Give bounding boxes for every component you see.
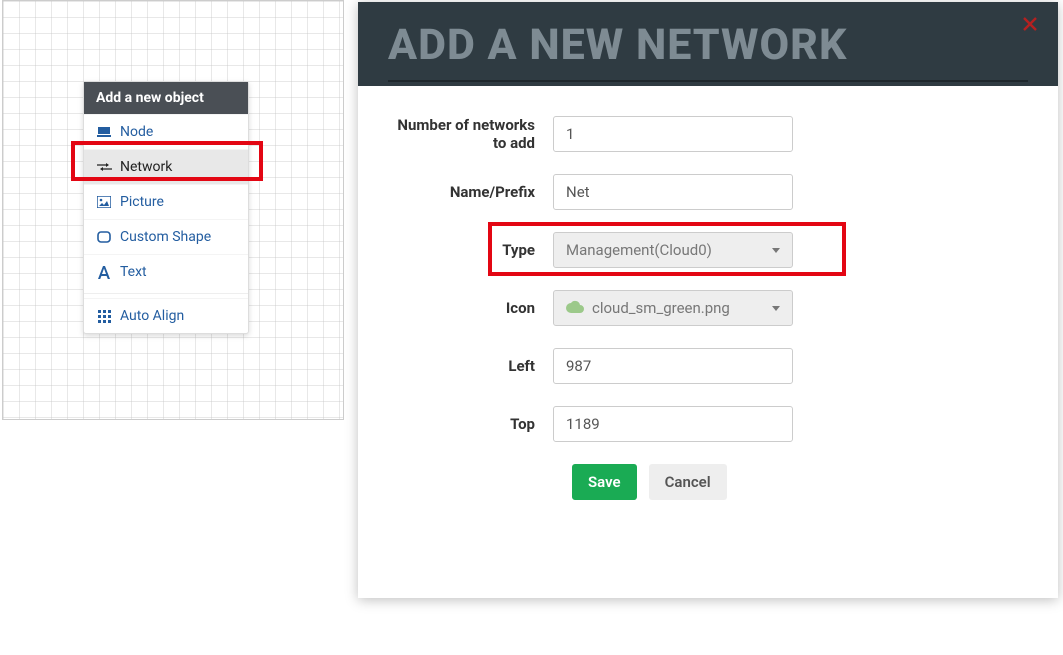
button-row: Save Cancel (572, 464, 998, 500)
menu-item-label: Node (120, 124, 153, 140)
picture-icon (96, 195, 112, 209)
grid-icon (96, 309, 112, 323)
text-icon (96, 265, 112, 279)
chevron-down-icon (772, 248, 780, 253)
menu-item-picture[interactable]: Picture (84, 184, 248, 219)
label-name-prefix: Name/Prefix (388, 183, 553, 201)
menu-item-label: Auto Align (120, 308, 184, 324)
row-type: Type Management(Cloud0) (388, 232, 998, 268)
input-top[interactable] (553, 406, 793, 442)
modal-title: ADD A NEW NETWORK (388, 20, 1028, 82)
menu-item-label: Custom Shape (120, 229, 211, 245)
context-menu-header: Add a new object (84, 82, 248, 114)
menu-item-label: Picture (120, 194, 164, 210)
modal-header: ADD A NEW NETWORK (358, 2, 1058, 86)
chevron-down-icon (772, 306, 780, 311)
menu-item-node[interactable]: Node (84, 114, 248, 149)
cancel-button[interactable]: Cancel (649, 464, 727, 500)
label-type: Type (388, 241, 553, 259)
menu-item-label: Network (120, 159, 172, 175)
row-name-prefix: Name/Prefix (388, 174, 998, 210)
context-menu-add-object: Add a new object Node Network Picture Cu… (83, 81, 249, 334)
network-icon (96, 160, 112, 174)
cloud-icon (566, 299, 584, 317)
row-left: Left (388, 348, 998, 384)
menu-item-text[interactable]: Text (84, 254, 248, 289)
label-left: Left (388, 357, 553, 375)
row-network-count: Number of networks to add (388, 116, 998, 152)
add-network-modal: ADD A NEW NETWORK Number of networks to … (358, 2, 1058, 598)
menu-separator (84, 293, 248, 294)
label-network-count: Number of networks to add (388, 116, 553, 152)
input-network-count[interactable] (553, 116, 793, 152)
menu-item-custom-shape[interactable]: Custom Shape (84, 219, 248, 254)
input-left[interactable] (553, 348, 793, 384)
canvas-grid[interactable]: Add a new object Node Network Picture Cu… (2, 0, 344, 420)
menu-item-network[interactable]: Network (84, 149, 248, 184)
input-name-prefix[interactable] (553, 174, 793, 210)
select-icon[interactable]: cloud_sm_green.png (553, 290, 793, 326)
node-icon (96, 125, 112, 139)
menu-item-label: Text (120, 264, 147, 280)
row-icon: Icon cloud_sm_green.png (388, 290, 998, 326)
close-icon[interactable] (1022, 16, 1040, 34)
menu-item-auto-align[interactable]: Auto Align (84, 298, 248, 333)
label-icon: Icon (388, 299, 553, 317)
shape-icon (96, 230, 112, 244)
save-button[interactable]: Save (572, 464, 637, 500)
row-top: Top (388, 406, 998, 442)
select-icon-value: cloud_sm_green.png (592, 299, 730, 317)
label-top: Top (388, 415, 553, 433)
select-type[interactable]: Management(Cloud0) (553, 232, 793, 268)
modal-body: Number of networks to add Name/Prefix Ty… (358, 86, 1058, 530)
select-type-value: Management(Cloud0) (566, 241, 712, 259)
